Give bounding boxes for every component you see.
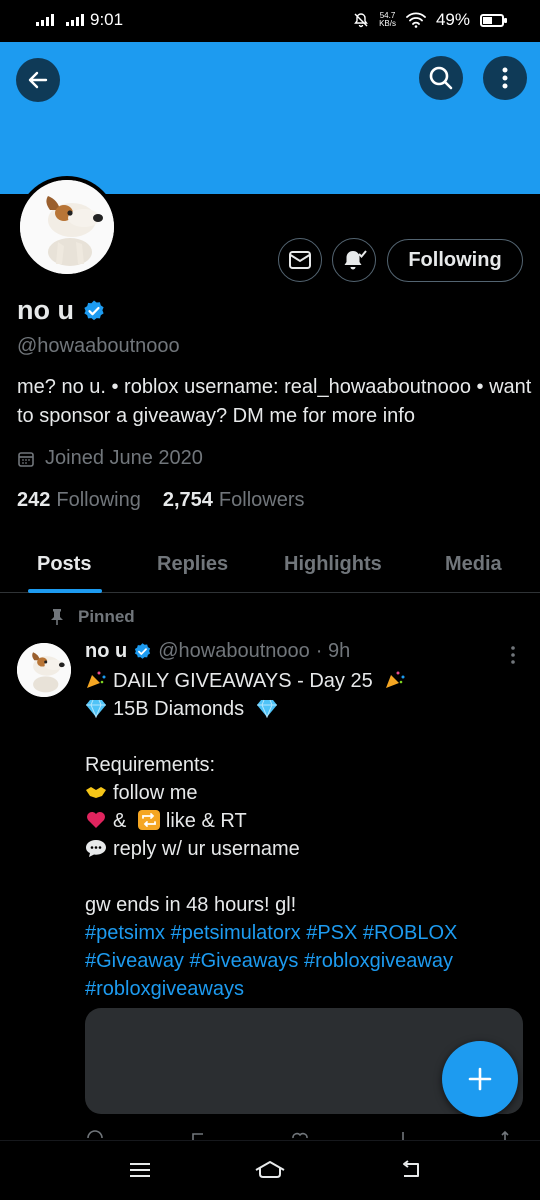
- notifications-button[interactable]: [332, 238, 376, 282]
- profile-handle: @howaaboutnooo: [17, 335, 180, 357]
- compose-post-button[interactable]: [442, 1041, 518, 1117]
- back-icon: [403, 1160, 419, 1177]
- profile-avatar[interactable]: [16, 176, 118, 278]
- post-author-handle: @howaboutnooo: [158, 640, 310, 662]
- following-button[interactable]: Following: [387, 239, 523, 282]
- joined-date: Joined June 2020: [17, 447, 203, 470]
- back-button[interactable]: [16, 58, 60, 102]
- more-options-button[interactable]: [483, 56, 527, 100]
- requirements-heading: Requirements:: [85, 754, 216, 776]
- back-nav-button[interactable]: [390, 1155, 430, 1185]
- pin-icon: [51, 609, 63, 625]
- hashtags-line-3[interactable]: #robloxgiveaways: [85, 975, 525, 1003]
- reply-icon[interactable]: [85, 1128, 105, 1140]
- signal-icon-2: [66, 14, 84, 26]
- tab-replies[interactable]: Replies: [157, 553, 228, 576]
- post-header: no u @howaboutnooo · 9h: [85, 640, 350, 663]
- more-vertical-icon: [502, 67, 508, 89]
- post-ends-line: gw ends in 48 hours! gl!: [85, 894, 297, 916]
- tab-highlights[interactable]: Highlights: [284, 553, 382, 576]
- joined-text: Joined June 2020: [45, 447, 203, 469]
- profile-bio: me? no u. • roblox username: real_howaab…: [17, 376, 532, 427]
- gem-icon: [256, 699, 277, 718]
- mail-icon: [289, 251, 311, 269]
- calendar-icon: [18, 451, 34, 467]
- post-prize-line: 15B Diamonds: [85, 695, 525, 723]
- profile-name: no u: [17, 295, 106, 326]
- dog-avatar-image: [20, 180, 114, 274]
- recent-apps-button[interactable]: [120, 1155, 160, 1185]
- dog-avatar-image: [17, 643, 71, 697]
- views-icon[interactable]: [393, 1128, 413, 1140]
- system-navigation-bar: [0, 1140, 540, 1200]
- message-button[interactable]: [278, 238, 322, 282]
- bell-icon: [344, 250, 367, 270]
- requirement-reply: reply w/ ur username: [85, 835, 525, 863]
- plus-icon: [468, 1067, 492, 1091]
- followers-count-link[interactable]: 2,754 Followers: [163, 489, 305, 512]
- home-button[interactable]: [250, 1155, 290, 1185]
- hashtags-line-1[interactable]: #petsimx #petsimulatorx #PSX #ROBLOX: [85, 919, 525, 947]
- home-icon: [255, 1161, 285, 1178]
- post-time: · 9h: [315, 640, 351, 662]
- party-popper-icon: [87, 671, 106, 688]
- post-title-line: DAILY GIVEAWAYS - Day 25: [85, 667, 525, 695]
- repeat-icon: [137, 810, 160, 830]
- requirement-follow: follow me: [85, 779, 525, 807]
- pinned-label: Pinned: [50, 607, 135, 627]
- follow-stats: 242 Following 2,754 Followers: [17, 489, 305, 512]
- wifi-icon: [406, 12, 426, 28]
- post-text: DAILY GIVEAWAYS - Day 25 15B Diamonds Re…: [85, 667, 525, 1003]
- search-button[interactable]: [419, 56, 463, 100]
- clock: 9:01: [90, 10, 124, 29]
- post-author-name[interactable]: no u: [85, 640, 127, 663]
- following-count-link[interactable]: 242 Following: [17, 489, 141, 512]
- profile-tabs: Posts Replies Highlights Media: [0, 533, 540, 593]
- display-name: no u: [17, 295, 74, 325]
- handshake-icon: [86, 787, 106, 798]
- status-bar: 9:01 54.7 KB/s 49%: [0, 0, 540, 42]
- post-actions: [85, 1128, 515, 1140]
- requirement-like-rt: & like & RT: [85, 807, 525, 835]
- net-speed: 54.7 KB/s: [379, 11, 396, 28]
- gem-icon: [86, 699, 106, 718]
- tab-posts[interactable]: Posts: [37, 553, 91, 576]
- signal-icon: [36, 14, 54, 26]
- speech-bubble-icon: [86, 840, 106, 857]
- verified-badge-icon: [84, 300, 104, 320]
- back-arrow-icon: [28, 71, 48, 89]
- tab-media[interactable]: Media: [445, 553, 502, 576]
- party-popper-icon: [386, 671, 405, 688]
- verified-badge-icon: [135, 643, 151, 659]
- share-icon[interactable]: [495, 1128, 515, 1140]
- like-icon[interactable]: [290, 1128, 310, 1140]
- menu-icon: [130, 1163, 150, 1177]
- retweet-icon[interactable]: [188, 1128, 208, 1140]
- hashtags-line-2[interactable]: #Giveaway #Giveaways #robloxgiveaway: [85, 947, 525, 975]
- post-author-avatar[interactable]: [17, 643, 71, 697]
- mute-icon: [354, 13, 368, 28]
- active-tab-indicator: [28, 589, 102, 593]
- search-icon: [429, 66, 453, 90]
- post-more-icon[interactable]: [506, 644, 520, 666]
- battery-percent: 49%: [435, 10, 470, 29]
- battery-icon: [480, 13, 507, 27]
- red-heart-icon: [87, 812, 105, 828]
